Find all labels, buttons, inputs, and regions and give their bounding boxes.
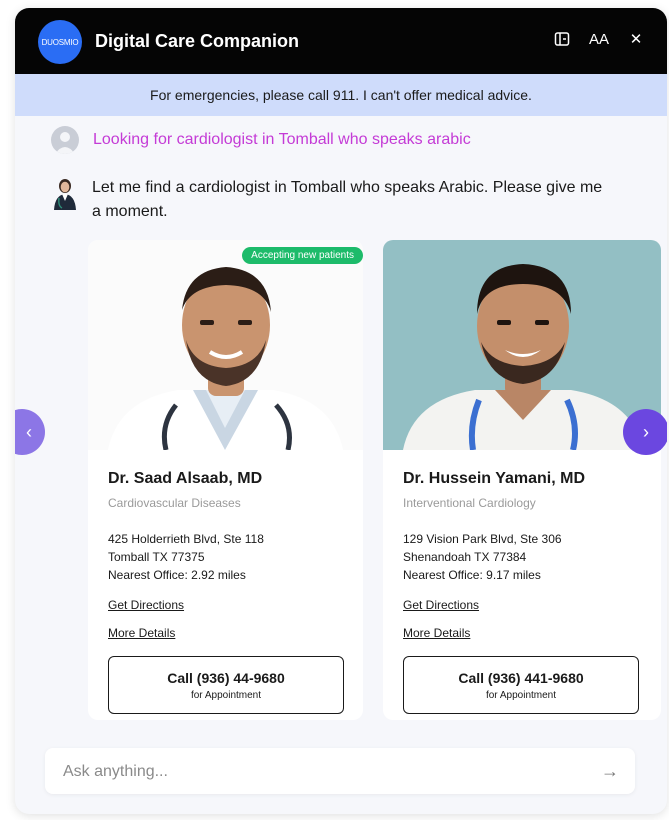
more-details-link[interactable]: More Details [108,626,175,640]
accepting-badge: Accepting new patients [242,247,363,264]
send-arrow-icon[interactable]: → [599,760,621,782]
user-avatar-icon [51,126,79,154]
doctor-card: Dr. Hussein Yamani, MD Interventional Ca… [383,240,661,720]
font-size-label: AA [588,30,609,48]
doctor-photo: Accepting new patients [88,240,363,450]
user-message-row: Looking for cardiologist in Tomball who … [51,126,471,154]
doctor-photo [383,240,661,450]
doctor-specialty: Cardiovascular Diseases [108,496,241,510]
emergency-banner: For emergencies, please call 911. I can'… [15,74,667,116]
chat-header: DUOSMIO Digital Care Companion AA ✕ [15,8,667,74]
assistant-avatar-icon [51,176,79,210]
chevron-left-icon: ‹ [26,421,32,442]
layout-icon[interactable] [553,30,571,48]
doctor-address: 129 Vision Park Blvd, Ste 306 Shenandoah… [403,530,562,584]
brand-logo-text: DUOSMIO [41,37,79,47]
close-glyph: ✕ [629,31,643,48]
call-sublabel: for Appointment [485,689,557,701]
chat-widget: DUOSMIO Digital Care Companion AA ✕ For … [15,8,667,814]
bot-message-row: Let me find a cardiologist in Tomball wh… [51,176,612,224]
brand-logo: DUOSMIO [38,20,82,64]
call-appointment-button[interactable]: Call (936) 441-9680 for Appointment [403,656,639,714]
call-sublabel: for Appointment [190,689,262,701]
call-appointment-button[interactable]: Call (936) 44-9680 for Appointment [108,656,344,714]
address-line2: Shenandoah TX 77384 [403,550,527,564]
carousel-prev-button[interactable]: ‹ [15,409,45,455]
get-directions-link[interactable]: Get Directions [108,598,184,612]
user-message: Looking for cardiologist in Tomball who … [93,131,471,148]
address-line1: 129 Vision Park Blvd, Ste 306 [403,532,562,546]
doctor-name: Dr. Saad Alsaab, MD [108,470,263,487]
address-line2: Tomball TX 77375 [108,550,205,564]
address-line1: 425 Holderrieth Blvd, Ste 118 [108,532,264,546]
doctor-card: Accepting new patients Dr. Saad Alsaab, … [88,240,363,720]
chat-input-bar: → [45,748,635,796]
chat-title: Digital Care Companion [95,31,300,51]
doctor-specialty: Interventional Cardiology [403,496,536,510]
carousel-next-button[interactable]: › [623,409,667,455]
close-icon[interactable]: ✕ [627,30,645,48]
get-directions-link[interactable]: Get Directions [403,598,479,612]
emergency-banner-text: For emergencies, please call 911. I can'… [150,87,532,103]
call-label: Call (936) 441-9680 [458,669,584,686]
header-actions: AA ✕ [553,30,645,48]
call-label: Call (936) 44-9680 [167,669,285,686]
chat-input[interactable] [61,748,585,796]
doctor-address: 425 Holderrieth Blvd, Ste 118 Tomball TX… [108,530,264,584]
more-details-link[interactable]: More Details [403,626,470,640]
doctor-name: Dr. Hussein Yamani, MD [403,470,585,487]
nearest-office: Nearest Office: 9.17 miles [403,568,541,582]
nearest-office: Nearest Office: 2.92 miles [108,568,246,582]
bot-message: Let me find a cardiologist in Tomball wh… [92,179,603,220]
font-size-icon[interactable]: AA [587,30,611,48]
chevron-right-icon: › [643,421,649,442]
